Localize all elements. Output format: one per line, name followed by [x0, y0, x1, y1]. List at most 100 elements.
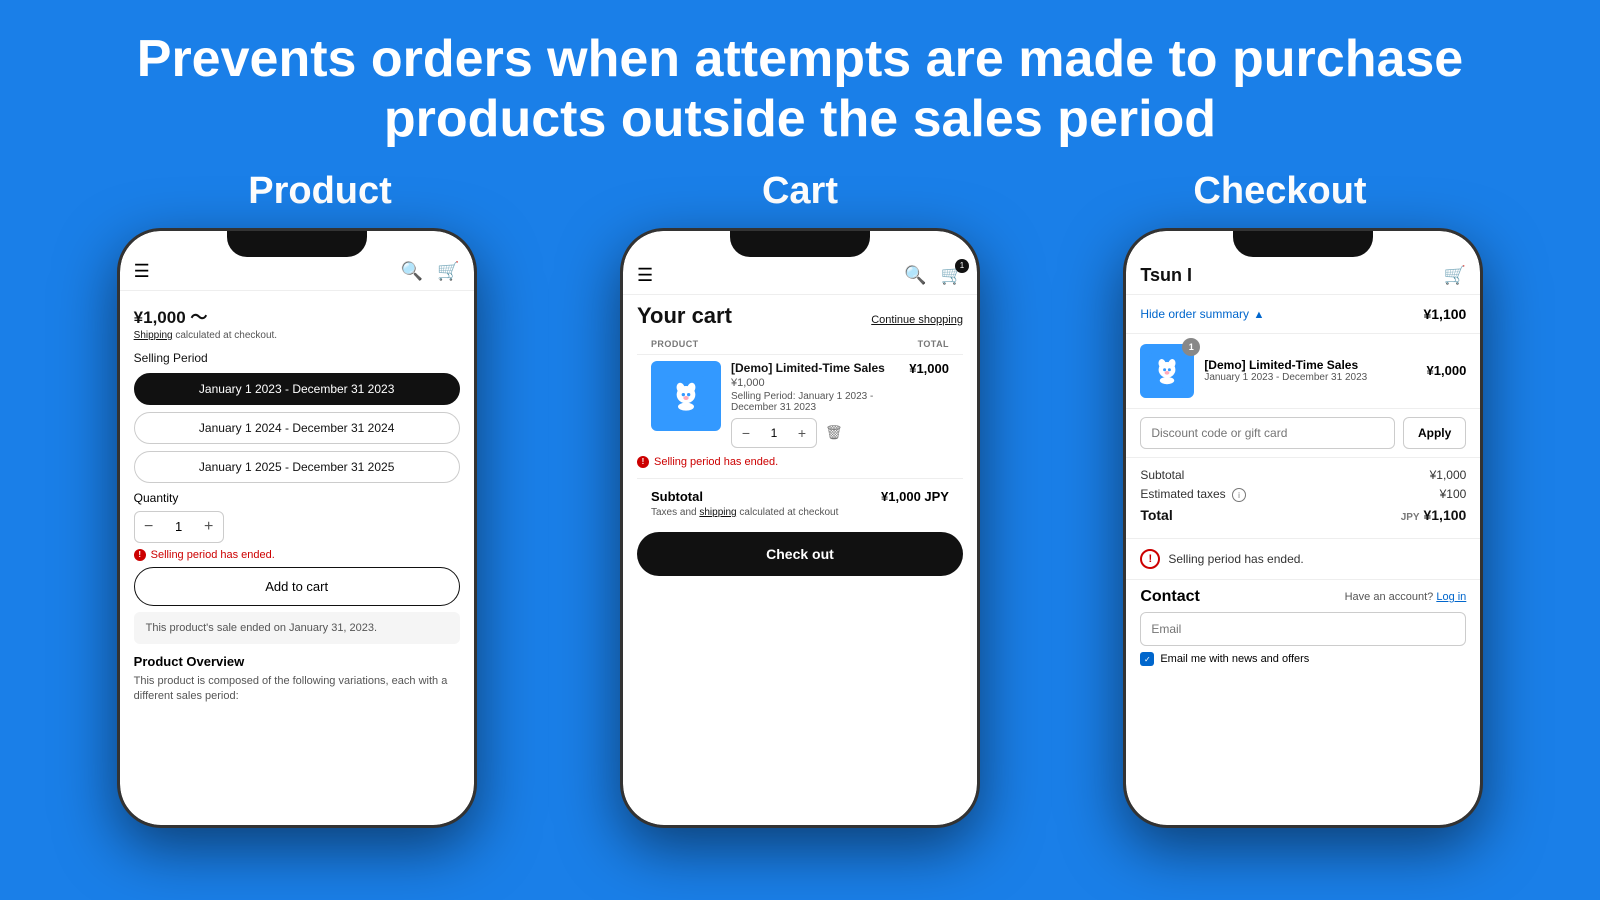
- checkout-cart-icon-wrap: 🛒: [1444, 265, 1466, 286]
- checkout-error-text: Selling period has ended.: [1168, 552, 1303, 566]
- cart-qty-control: − 1 +: [731, 418, 817, 448]
- checkout-item-price: ¥1,000: [1427, 363, 1467, 378]
- contact-title: Contact: [1140, 588, 1200, 606]
- checkout-item-row: 1 [Demo] Limited-Time Sales January 1 20…: [1126, 334, 1480, 409]
- dog-logo-checkout: [1149, 353, 1185, 389]
- sale-ended-text: This product's sale ended on January 31,…: [146, 622, 377, 634]
- contact-login-link: Have an account? Log in: [1345, 591, 1467, 603]
- dog-logo-cart: [666, 376, 706, 416]
- checkout-store-name: Tsun I: [1140, 265, 1192, 286]
- shipping-link[interactable]: Shipping: [134, 330, 173, 341]
- period-option-2025[interactable]: January 1 2025 - December 31 2025: [134, 451, 460, 483]
- checkout-error-icon: !: [1140, 549, 1160, 569]
- subtotal-value: ¥1,000 JPY: [881, 489, 949, 504]
- search-icon[interactable]: 🔍: [401, 261, 423, 282]
- cart-menu-icon[interactable]: ☰: [637, 265, 653, 286]
- phone-volume-silent: [117, 331, 119, 366]
- newsletter-checkbox[interactable]: ✓: [1140, 652, 1154, 666]
- cart-icon[interactable]: 🛒: [437, 261, 459, 281]
- headline: Prevents orders when attempts are made t…: [0, 0, 1600, 160]
- period-option-2023[interactable]: January 1 2023 - December 31 2023: [134, 373, 460, 405]
- checkout-section-label: Checkout: [1042, 170, 1517, 213]
- header-section: Prevents orders when attempts are made t…: [0, 0, 1600, 228]
- selling-period-label: Selling Period: [134, 351, 460, 365]
- quantity-increase-btn[interactable]: +: [195, 512, 223, 542]
- cart-error-text: Selling period has ended.: [654, 456, 778, 468]
- error-icon: !: [134, 549, 146, 561]
- subtotal-total-label: Subtotal: [1140, 468, 1184, 482]
- checkout-button[interactable]: Check out: [637, 532, 963, 576]
- discount-code-input[interactable]: [1140, 417, 1395, 449]
- cart-item-details: [Demo] Limited-Time Sales ¥1,000 Selling…: [731, 361, 899, 448]
- headline-line1: Prevents orders when attempts are made t…: [60, 30, 1540, 90]
- subtotal-total-row: Subtotal ¥1,000: [1140, 468, 1466, 482]
- checkout-item-badge: 1: [1182, 338, 1200, 356]
- checkout-error-box: ! Selling period has ended.: [1126, 539, 1480, 580]
- taxes-info-icon[interactable]: i: [1232, 488, 1246, 502]
- cart-badge: 1: [955, 259, 969, 273]
- apply-discount-button[interactable]: Apply: [1403, 417, 1466, 449]
- checkout-item-name: [Demo] Limited-Time Sales: [1204, 358, 1416, 372]
- remove-item-icon[interactable]: 🗑: [825, 424, 843, 441]
- taxes-row: Estimated taxes i ¥100: [1140, 487, 1466, 503]
- phones-row: ☰ 🔍 🛒 ¥1,000 〜 Shipping calculated at ch…: [0, 228, 1600, 828]
- cart-title: Your cart: [637, 303, 732, 329]
- headline-line2: products outside the sales period: [60, 90, 1540, 150]
- sale-ended-box: This product's sale ended on January 31,…: [134, 612, 460, 644]
- product-price: ¥1,000 〜: [134, 303, 460, 328]
- cart-section-label: Cart: [562, 170, 1037, 213]
- totals-section: Subtotal ¥1,000 Estimated taxes i ¥100 T…: [1126, 458, 1480, 540]
- product-content: ¥1,000 〜 Shipping calculated at checkout…: [120, 291, 474, 717]
- contact-header-row: Contact Have an account? Log in: [1140, 588, 1466, 606]
- cart-phone: ☰ 🔍 🛒 1 Your cart Continue shopping PROD…: [620, 228, 980, 828]
- product-nav: ☰ 🔍 🛒: [120, 261, 474, 291]
- cart-qty-value: 1: [760, 426, 788, 440]
- error-text: Selling period has ended.: [151, 549, 275, 561]
- cart-qty-increase-btn[interactable]: +: [788, 419, 816, 447]
- cart-phone-screen: ☰ 🔍 🛒 1 Your cart Continue shopping PROD…: [623, 231, 977, 825]
- phone-power-btn: [475, 391, 477, 471]
- quantity-decrease-btn[interactable]: −: [135, 512, 163, 542]
- product-overview-title: Product Overview: [134, 654, 460, 669]
- checkout-cart-icon[interactable]: 🛒: [1444, 265, 1466, 285]
- menu-icon[interactable]: ☰: [134, 261, 150, 282]
- taxes-note: Taxes and shipping calculated at checkou…: [651, 507, 949, 518]
- cart-item-row: [Demo] Limited-Time Sales ¥1,000 Selling…: [637, 361, 963, 448]
- quantity-label: Quantity: [134, 491, 460, 505]
- product-error-msg: ! Selling period has ended.: [134, 549, 460, 561]
- cart-item-period: Selling Period: January 1 2023 - Decembe…: [731, 391, 899, 413]
- cart-search-icon[interactable]: 🔍: [904, 265, 926, 286]
- product-column-header: PRODUCT: [651, 339, 699, 349]
- product-phone: ☰ 🔍 🛒 ¥1,000 〜 Shipping calculated at ch…: [117, 228, 477, 828]
- checkout-phone: Tsun I 🛒 Hide order summary ▲ ¥1,100: [1123, 228, 1483, 828]
- cart-cart-icon-wrap: 🛒 1: [941, 265, 963, 286]
- chevron-up-icon: ▲: [1253, 309, 1264, 321]
- log-in-link[interactable]: Log in: [1436, 591, 1466, 603]
- subtotal-row: Subtotal ¥1,000 JPY: [651, 489, 949, 504]
- phone3-volume-down: [1123, 441, 1125, 496]
- shipping-text: calculated at checkout.: [175, 330, 277, 341]
- newsletter-label: Email me with news and offers: [1160, 653, 1309, 665]
- cart-status-bar: [623, 231, 977, 261]
- email-input[interactable]: [1140, 612, 1466, 646]
- checkout-nav: Tsun I 🛒: [1126, 261, 1480, 295]
- continue-shopping-link[interactable]: Continue shopping: [871, 314, 963, 326]
- status-bar: [120, 231, 474, 261]
- phone2-volume-up: [620, 376, 622, 431]
- shipping-link-cart[interactable]: shipping: [699, 507, 736, 518]
- order-summary-toggle[interactable]: Hide order summary ▲: [1140, 305, 1264, 323]
- checkout-item-info: [Demo] Limited-Time Sales January 1 2023…: [1204, 358, 1416, 383]
- cart-column-headers: PRODUCT TOTAL: [637, 339, 963, 355]
- add-to-cart-button[interactable]: Add to cart: [134, 567, 460, 606]
- period-option-2024[interactable]: January 1 2024 - December 31 2024: [134, 412, 460, 444]
- phone3-volume-silent: [1123, 331, 1125, 366]
- shipping-note: Shipping calculated at checkout.: [134, 330, 460, 341]
- phone2-volume-silent: [620, 331, 622, 366]
- discount-row: Apply: [1126, 409, 1480, 458]
- cart-item-image: [651, 361, 721, 431]
- order-summary-row: Hide order summary ▲ ¥1,100: [1126, 295, 1480, 334]
- checkout-item-img-wrap: 1: [1140, 344, 1194, 398]
- cart-qty-decrease-btn[interactable]: −: [732, 419, 760, 447]
- subtotal-label: Subtotal: [651, 489, 703, 504]
- cart-item-price: ¥1,000: [731, 377, 899, 389]
